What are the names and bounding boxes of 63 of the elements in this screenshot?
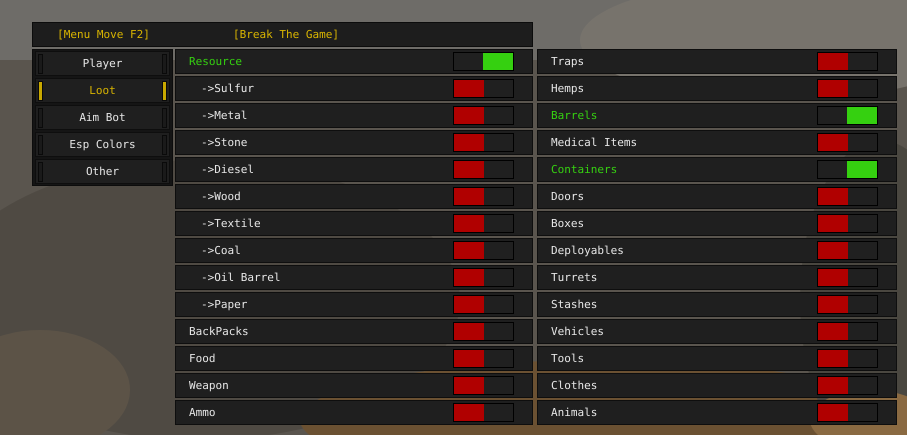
- toggle-switch[interactable]: [817, 214, 878, 233]
- toggle-switch[interactable]: [817, 187, 878, 206]
- option-label: Weapon: [189, 379, 229, 392]
- sidebar-tab[interactable]: Aim Bot: [35, 105, 170, 130]
- toggle-switch[interactable]: [817, 241, 878, 260]
- toggle-switch[interactable]: [453, 295, 514, 314]
- option-label: ->Metal: [201, 109, 248, 122]
- option-label: ->Coal: [201, 244, 241, 257]
- toggle-switch[interactable]: [453, 403, 514, 422]
- toggle-switch[interactable]: [817, 52, 878, 71]
- option-label: Food: [189, 352, 216, 365]
- toggle-switch[interactable]: [453, 376, 514, 395]
- toggle-switch[interactable]: [817, 106, 878, 125]
- toggle-switch[interactable]: [453, 52, 514, 71]
- option-label: Ammo: [189, 406, 216, 419]
- option-label: Resource: [189, 55, 242, 68]
- sidebar-tab[interactable]: Loot: [35, 78, 170, 103]
- toggle-switch[interactable]: [453, 241, 514, 260]
- option-label: Hemps: [551, 82, 584, 95]
- option-label: ->Oil Barrel: [201, 271, 280, 284]
- option-label: Vehicles: [551, 325, 604, 338]
- option-label: Containers: [551, 163, 618, 176]
- toggle-switch[interactable]: [453, 106, 514, 125]
- option-label: Clothes: [551, 379, 598, 392]
- option-label: Animals: [551, 406, 598, 419]
- option-label: ->Stone: [201, 136, 248, 149]
- option-label: ->Sulfur: [201, 82, 254, 95]
- option-label: Medical Items: [551, 136, 638, 149]
- toggle-switch[interactable]: [817, 403, 878, 422]
- toggle-switch[interactable]: [817, 295, 878, 314]
- toggle-switch[interactable]: [453, 79, 514, 98]
- toggle-switch[interactable]: [453, 268, 514, 287]
- option-label: ->Diesel: [201, 163, 254, 176]
- toggle-switch[interactable]: [453, 187, 514, 206]
- toggle-switch[interactable]: [817, 322, 878, 341]
- option-label: Tools: [551, 352, 584, 365]
- toggle-switch[interactable]: [453, 133, 514, 152]
- toggle-switch[interactable]: [817, 79, 878, 98]
- toggle-switch[interactable]: [817, 349, 878, 368]
- option-label: ->Wood: [201, 190, 241, 203]
- option-label: Boxes: [551, 217, 584, 230]
- option-label: ->Paper: [201, 298, 248, 311]
- toggle-switch[interactable]: [817, 268, 878, 287]
- option-label: BackPacks: [189, 325, 249, 338]
- menu-title: [Break The Game]: [233, 28, 339, 41]
- toggle-switch[interactable]: [817, 376, 878, 395]
- toggle-switch[interactable]: [817, 133, 878, 152]
- toggle-switch[interactable]: [817, 160, 878, 179]
- toggle-switch[interactable]: [453, 214, 514, 233]
- sidebar-tab[interactable]: Other: [35, 159, 170, 184]
- option-label: Traps: [551, 55, 584, 68]
- sidebar-tab[interactable]: Player: [35, 51, 170, 76]
- option-label: Doors: [551, 190, 584, 203]
- toggle-switch[interactable]: [453, 160, 514, 179]
- option-label: Barrels: [551, 109, 598, 122]
- sidebar-tab[interactable]: Esp Colors: [35, 132, 170, 157]
- option-label: Deployables: [551, 244, 624, 257]
- toggle-switch[interactable]: [453, 349, 514, 368]
- menu-move-label: [Menu Move F2]: [56, 28, 151, 41]
- option-label: Stashes: [551, 298, 598, 311]
- toggle-switch[interactable]: [453, 322, 514, 341]
- option-label: ->Textile: [201, 217, 261, 230]
- option-label: Turrets: [551, 271, 598, 284]
